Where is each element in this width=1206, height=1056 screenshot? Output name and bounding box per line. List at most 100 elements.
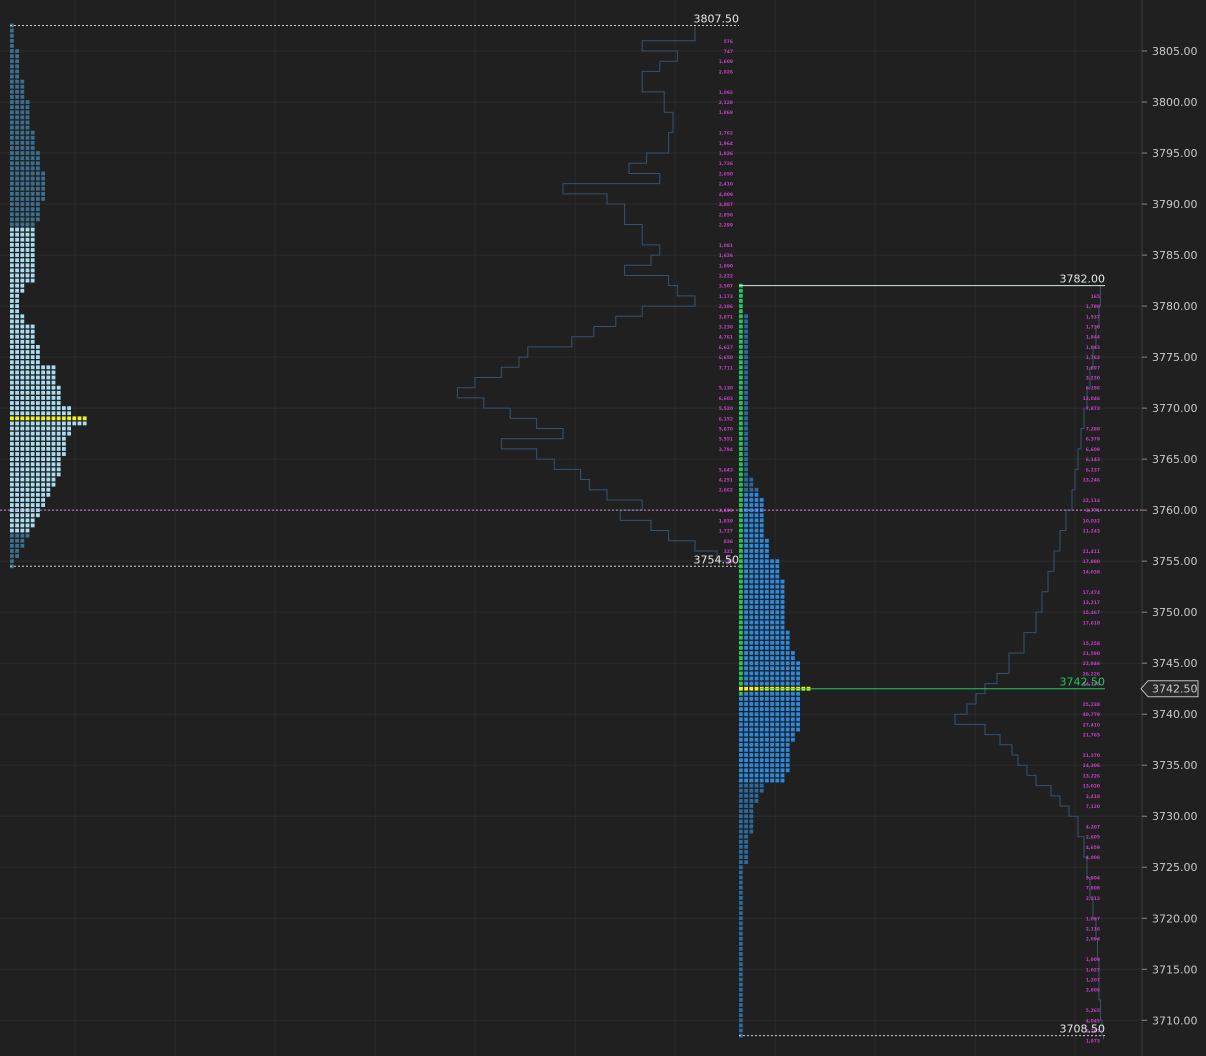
tpo-block xyxy=(791,651,795,655)
tpo-block xyxy=(10,120,14,125)
tpo-block xyxy=(744,554,748,558)
tpo-block xyxy=(791,681,795,686)
tpo-block xyxy=(15,299,19,303)
tpo-block xyxy=(744,600,748,604)
tpo-block xyxy=(10,38,14,43)
tpo-block xyxy=(25,452,30,456)
volume-label: 4,761 xyxy=(719,335,733,341)
tpo-block xyxy=(51,426,56,431)
tpo-block xyxy=(780,615,785,620)
tpo-block xyxy=(10,513,14,518)
tpo-block xyxy=(744,355,748,360)
tpo-block xyxy=(775,773,780,778)
tpo-block xyxy=(41,503,45,507)
volume-label: 1,027 xyxy=(1086,967,1100,973)
tpo-block xyxy=(739,778,743,783)
tpo-block xyxy=(744,773,748,778)
tpo-block xyxy=(765,645,769,650)
tpo-block xyxy=(10,324,14,329)
tpo-block xyxy=(749,702,754,706)
tpo-block xyxy=(744,350,748,354)
tpo-block xyxy=(30,492,35,497)
tpo-block xyxy=(749,696,754,701)
tpo-block xyxy=(20,278,25,283)
tpo-block xyxy=(25,202,30,206)
volume-label: 2,128 xyxy=(719,100,733,106)
tpo-block xyxy=(791,671,795,676)
tpo-block xyxy=(62,441,66,446)
tpo-block xyxy=(15,482,19,487)
tpo-block xyxy=(749,681,754,686)
tpo-block xyxy=(15,191,19,196)
tpo-block xyxy=(10,79,14,84)
tpo-block xyxy=(20,472,25,477)
tpo-block xyxy=(15,426,19,431)
market-profile-chart[interactable]: 576 747 1,609 2,026 1,092 2,128 1,869 1,762 1,96… xyxy=(0,0,1206,1056)
tpo-block xyxy=(749,589,754,594)
tpo-block xyxy=(739,610,743,615)
tpo-block xyxy=(780,579,785,584)
tpo-block xyxy=(775,661,780,666)
tpo-block xyxy=(765,620,769,625)
volume-label: 1,043 xyxy=(1086,345,1100,351)
volume-label: 6,379 xyxy=(1086,437,1100,443)
tpo-block xyxy=(749,564,754,569)
tpo-block xyxy=(15,130,19,135)
tpo-block xyxy=(754,600,759,604)
tpo-block xyxy=(25,385,30,390)
tpo-block xyxy=(20,115,25,120)
tpo-block xyxy=(749,748,754,752)
tpo-block xyxy=(739,773,743,778)
tpo-block xyxy=(20,426,25,431)
tpo-block xyxy=(20,385,25,390)
tpo-block xyxy=(759,656,764,660)
tpo-block xyxy=(51,482,56,487)
tpo-block xyxy=(36,380,40,385)
tpo-block xyxy=(10,69,14,74)
tpo-block xyxy=(25,161,30,166)
volume-label: 1,697 xyxy=(1086,365,1100,371)
tpo-block xyxy=(10,452,14,456)
volume-label: 27,410 xyxy=(1083,722,1100,728)
volume-label: 11,243 xyxy=(1083,529,1100,535)
tpo-block xyxy=(744,498,748,502)
tpo-block xyxy=(25,171,30,176)
tpo-block xyxy=(739,462,743,467)
tpo-block xyxy=(759,727,764,732)
tpo-block xyxy=(30,482,35,487)
tpo-block xyxy=(765,635,769,640)
tpo-block xyxy=(36,431,40,436)
tpo-block xyxy=(739,921,743,926)
tpo-block xyxy=(10,441,14,446)
tpo-block xyxy=(759,722,764,727)
tpo-block xyxy=(759,742,764,747)
tpo-block xyxy=(749,645,754,650)
volume-label: 576 xyxy=(724,39,733,45)
tpo-block xyxy=(20,436,25,441)
tpo-block xyxy=(10,350,14,354)
tpo-block xyxy=(739,620,743,625)
tpo-block xyxy=(41,370,45,375)
volume-label: 5,265 xyxy=(1086,1008,1100,1014)
tpo-block xyxy=(739,416,743,421)
tpo-block xyxy=(15,84,19,89)
tpo-block xyxy=(36,350,40,354)
tpo-block xyxy=(759,549,764,553)
tpo-block xyxy=(775,702,780,706)
tpo-block xyxy=(10,64,14,69)
tpo-block xyxy=(780,763,785,768)
tpo-block xyxy=(10,125,14,130)
tpo-block xyxy=(744,666,748,671)
tpo-block xyxy=(749,543,754,548)
tpo-block xyxy=(770,702,774,706)
tpo-block xyxy=(744,334,748,339)
tpo-block xyxy=(770,742,774,747)
tpo-block xyxy=(749,707,754,712)
tpo-block xyxy=(775,696,780,701)
tpo-block xyxy=(754,651,759,655)
tpo-block xyxy=(749,574,754,579)
tpo-block xyxy=(51,385,56,390)
tpo-block xyxy=(739,589,743,594)
volume-label: 6,152 xyxy=(719,416,733,422)
tpo-block xyxy=(20,452,25,456)
